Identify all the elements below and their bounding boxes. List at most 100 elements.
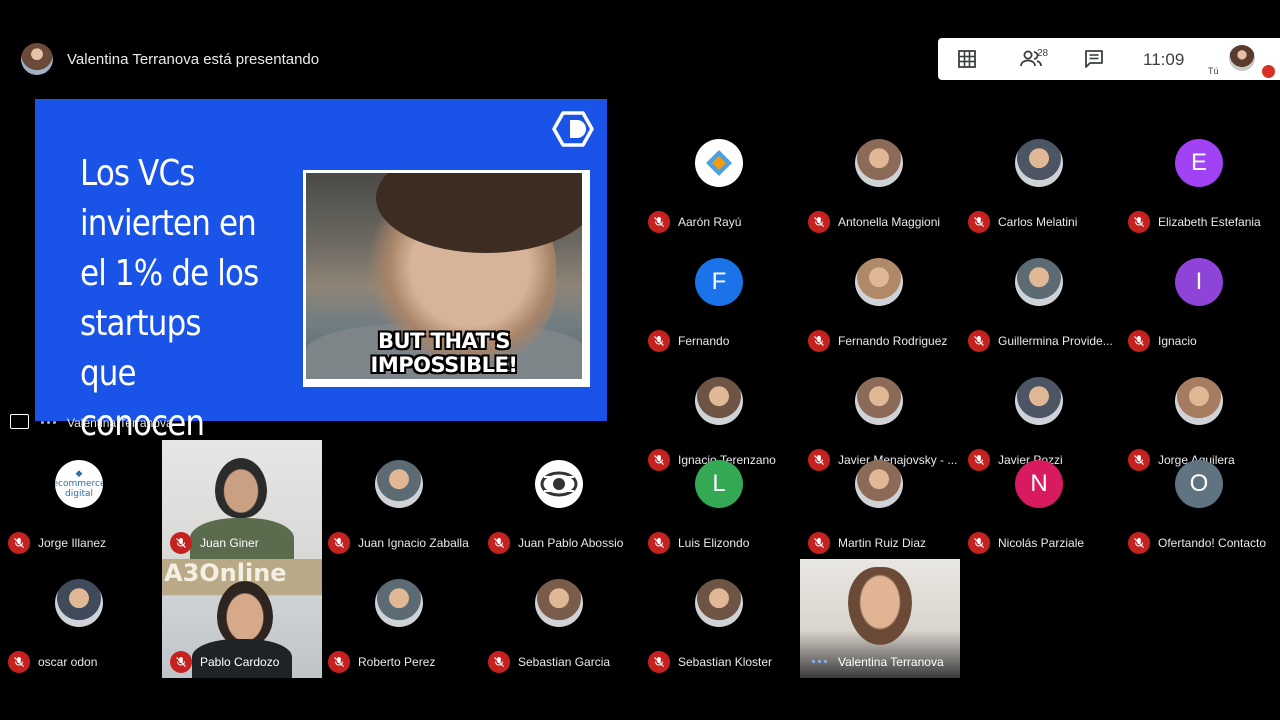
participant-tile[interactable]: Antonella Maggioni <box>800 119 960 238</box>
clock: 11:09 <box>1143 50 1185 69</box>
participant-tile[interactable]: Martin Ruiz Diaz <box>800 440 960 559</box>
self-mic-off-icon <box>1262 65 1275 78</box>
mic-off-icon <box>8 651 30 673</box>
top-bar: Valentina Terranova está presentando 28 <box>0 38 1280 80</box>
mic-off-icon <box>808 211 830 233</box>
self-avatar <box>1229 45 1255 71</box>
meeting-controls: 28 11:09 Tú <box>938 38 1280 80</box>
participant-avatar: I <box>1175 258 1223 306</box>
participant-name: Fernando Rodriguez <box>838 334 948 348</box>
meme-photo: BUT THAT'S IMPOSSIBLE! <box>306 173 582 379</box>
participant-avatar: L <box>695 460 743 508</box>
participant-tile[interactable]: Carlos Melatini <box>960 119 1120 238</box>
mic-off-icon <box>968 211 990 233</box>
mic-off-icon <box>648 651 670 673</box>
participant-tile[interactable]: Juan Giner <box>162 440 322 559</box>
participant-avatar: ◆ ecommerce digital <box>55 460 103 508</box>
participant-avatar <box>855 139 903 187</box>
participant-name: Sebastian Kloster <box>678 655 773 669</box>
present-screen-icon[interactable] <box>10 414 29 429</box>
mic-off-icon <box>968 532 990 554</box>
presentation-stage[interactable]: Los VCs invierten en el 1% de los startu… <box>35 83 607 444</box>
mic-off-icon <box>328 532 350 554</box>
participant-avatar <box>1015 377 1063 425</box>
participant-tile[interactable]: Sebastian Kloster <box>640 559 800 678</box>
participant-name: Juan Pablo Abossio <box>518 536 624 550</box>
participant-avatar: N <box>1015 460 1063 508</box>
participant-tile[interactable]: Juan Pablo Abossio <box>480 440 640 559</box>
chat-button[interactable] <box>1077 38 1111 80</box>
participant-name: Juan Giner <box>200 536 259 550</box>
participant-name: Guillermina Provide... <box>998 334 1113 348</box>
meme-caption: BUT THAT'S IMPOSSIBLE! <box>370 329 518 377</box>
participant-tile[interactable]: E Elizabeth Estefania <box>1120 119 1280 238</box>
participant-tile[interactable]: Guillermina Provide... <box>960 238 1120 357</box>
participant-tile[interactable]: I Ignacio <box>1120 238 1280 357</box>
participant-name: oscar odon <box>38 655 98 669</box>
self-label: Tú <box>1208 66 1219 76</box>
participant-avatar <box>695 579 743 627</box>
participant-name: Valentina Terranova <box>838 655 944 669</box>
presenter-avatar <box>21 43 53 75</box>
participant-tile[interactable]: Juan Ignacio Zaballa <box>320 440 480 559</box>
participant-tile[interactable]: O Ofertando! Contacto <box>1120 440 1280 559</box>
participant-avatar <box>695 139 743 187</box>
participant-avatar <box>1175 377 1223 425</box>
participant-avatar <box>1015 139 1063 187</box>
mic-off-icon <box>488 651 510 673</box>
participant-avatar <box>535 460 583 508</box>
meme-image: BUT THAT'S IMPOSSIBLE! <box>303 170 590 387</box>
stage-footer: Valentina Terranova <box>35 405 607 439</box>
participant-tile[interactable]: ◆ ecommerce digital Jorge Illanez <box>0 440 160 559</box>
participant-name: Martin Ruiz Diaz <box>838 536 927 550</box>
participant-tile[interactable]: F Fernando <box>640 238 800 357</box>
participant-tile[interactable]: Valentina Terranova <box>800 559 960 678</box>
participant-avatar <box>375 579 423 627</box>
participant-avatar <box>1015 258 1063 306</box>
grid-icon <box>958 50 976 68</box>
participant-name: Nicolás Parziale <box>998 536 1085 550</box>
participant-tile[interactable]: A3Online Pablo Cardozo <box>162 559 322 678</box>
mic-off-icon <box>1128 532 1150 554</box>
participant-tile[interactable]: oscar odon <box>0 559 160 678</box>
participant-name: Pablo Cardozo <box>200 655 280 669</box>
participant-tile[interactable]: Sebastian Garcia <box>480 559 640 678</box>
participant-count: 28 <box>1037 48 1049 59</box>
mic-off-icon <box>648 211 670 233</box>
mic-off-icon <box>1128 330 1150 352</box>
presenting-banner: Valentina Terranova está presentando <box>67 51 320 68</box>
grid-layout-button[interactable] <box>950 38 984 80</box>
mic-off-icon <box>648 532 670 554</box>
participant-avatar <box>855 460 903 508</box>
stage-presenter-name: Valentina Terranova <box>67 416 173 430</box>
participant-tile[interactable]: N Nicolás Parziale <box>960 440 1120 559</box>
participant-name: Elizabeth Estefania <box>1158 215 1261 229</box>
slide: Los VCs invierten en el 1% de los startu… <box>35 99 607 444</box>
mic-off-icon <box>648 330 670 352</box>
participant-tile[interactable]: L Luis Elizondo <box>640 440 800 559</box>
participant-tile[interactable]: Aarón Rayú <box>640 119 800 238</box>
participant-avatar <box>55 579 103 627</box>
participant-tile[interactable]: Roberto Perez <box>320 559 480 678</box>
participant-name: Ofertando! Contacto <box>1158 536 1267 550</box>
participant-name: Sebastian Garcia <box>518 655 611 669</box>
chat-icon <box>1085 50 1103 68</box>
mic-off-icon <box>488 532 510 554</box>
mic-off-icon <box>170 532 192 554</box>
mic-off-icon <box>328 651 350 673</box>
speaking-indicator-icon <box>812 660 827 663</box>
mic-off-icon <box>968 330 990 352</box>
participant-name: Luis Elizondo <box>678 536 750 550</box>
participant-avatar <box>855 258 903 306</box>
participant-avatar <box>855 377 903 425</box>
mic-off-icon <box>808 532 830 554</box>
participant-tile[interactable]: Fernando Rodriguez <box>800 238 960 357</box>
participant-name: Roberto Perez <box>358 655 436 669</box>
slide-title: Los VCs invierten en el 1% de los startu… <box>80 153 259 444</box>
participant-avatar <box>375 460 423 508</box>
speaking-indicator-icon <box>41 421 56 424</box>
mic-off-icon <box>808 330 830 352</box>
mic-off-icon <box>170 651 192 673</box>
participants-button[interactable] <box>1014 38 1048 80</box>
participant-name: Juan Ignacio Zaballa <box>358 536 469 550</box>
